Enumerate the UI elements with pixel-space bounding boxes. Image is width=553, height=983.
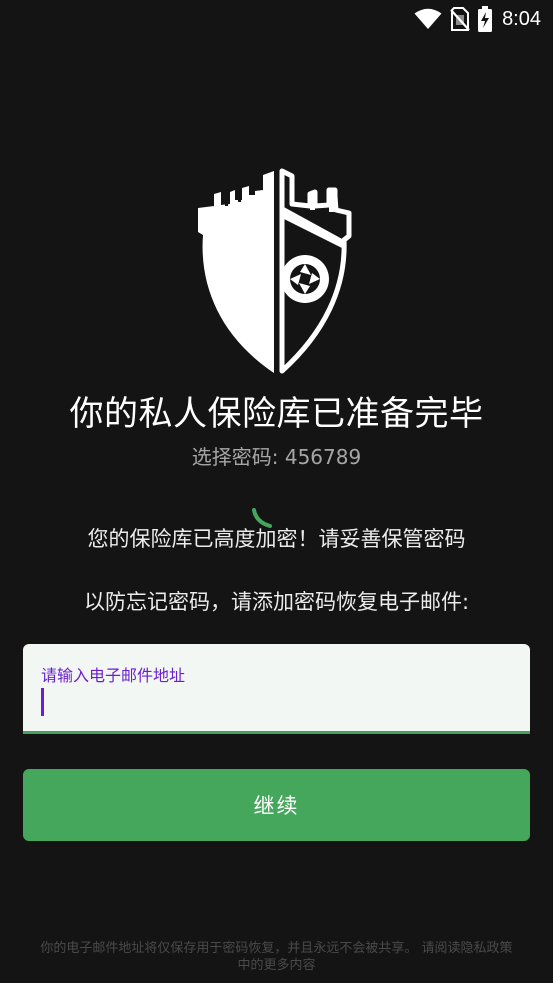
privacy-footer-line2: 中的更多内容	[237, 958, 316, 973]
status-time: 8:04	[502, 7, 541, 30]
email-input[interactable]	[49, 686, 509, 718]
castle-shield-camera-icon	[194, 168, 360, 374]
no-sim-icon	[450, 7, 470, 31]
continue-button[interactable]: 继续	[23, 769, 530, 841]
status-bar: 8:04	[0, 0, 553, 38]
battery-charging-icon	[478, 6, 493, 32]
recovery-email-prompt: 以防忘记密码，请添加密码恢复电子邮件:	[83, 590, 470, 614]
encryption-notice: 您的保险库已高度加密！请妥善保管密码	[87, 527, 466, 551]
email-field[interactable]: 请输入电子邮件地址	[23, 644, 530, 734]
status-icons: 8:04	[414, 6, 541, 32]
selected-password-text: 选择密码: 456789	[191, 445, 362, 469]
privacy-footer-line1: 你的电子邮件地址将仅保存用于密码恢复，并且永远不会被共享。 请阅读隐私政策	[40, 941, 513, 956]
email-field-label: 请输入电子邮件地址	[41, 666, 186, 685]
privacy-footer: 你的电子邮件地址将仅保存用于密码恢复，并且永远不会被共享。 请阅读隐私政策 中的…	[20, 940, 533, 974]
text-cursor	[41, 688, 44, 716]
wifi-icon	[414, 8, 442, 30]
page-title: 你的私人保险库已准备完毕	[69, 394, 484, 434]
